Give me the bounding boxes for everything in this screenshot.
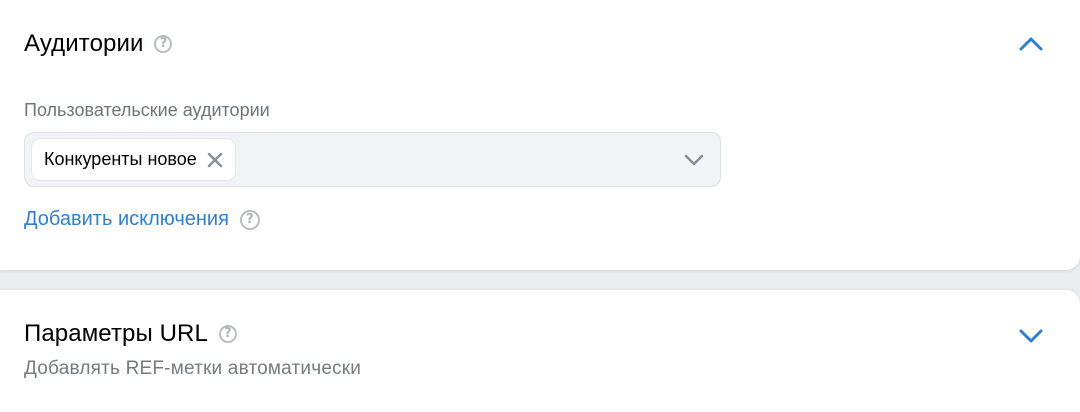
- url-params-header: Параметры URL ?: [24, 320, 237, 348]
- help-icon[interactable]: ?: [239, 209, 260, 230]
- close-icon[interactable]: [207, 152, 223, 168]
- chevron-down-icon[interactable]: [1018, 328, 1044, 344]
- help-icon[interactable]: ?: [218, 325, 237, 343]
- url-params-section[interactable]: Параметры URL ?: [0, 290, 1080, 412]
- add-exclusions-row: Добавить исключения ?: [24, 208, 260, 231]
- audience-chip: Конкуренты новое: [32, 139, 235, 180]
- audiences-title: Аудитории: [24, 30, 144, 57]
- chevron-up-icon[interactable]: [1018, 36, 1044, 52]
- audience-chip-label: Конкуренты новое: [44, 149, 197, 169]
- chevron-down-icon[interactable]: [684, 154, 704, 166]
- custom-audiences-label: Пользовательские аудитории: [24, 100, 270, 120]
- url-params-title: Параметры URL: [24, 320, 208, 347]
- audiences-section: Аудитории ? Пользовательские аудитории К…: [0, 0, 1080, 270]
- custom-audiences-select[interactable]: Конкуренты новое: [24, 132, 721, 187]
- url-params-subtitle: Добавлять REF-метки автоматически: [24, 358, 362, 379]
- add-exclusions-link[interactable]: Добавить исключения: [24, 208, 229, 231]
- help-icon[interactable]: ?: [154, 35, 173, 53]
- audiences-header: Аудитории ?: [24, 30, 173, 58]
